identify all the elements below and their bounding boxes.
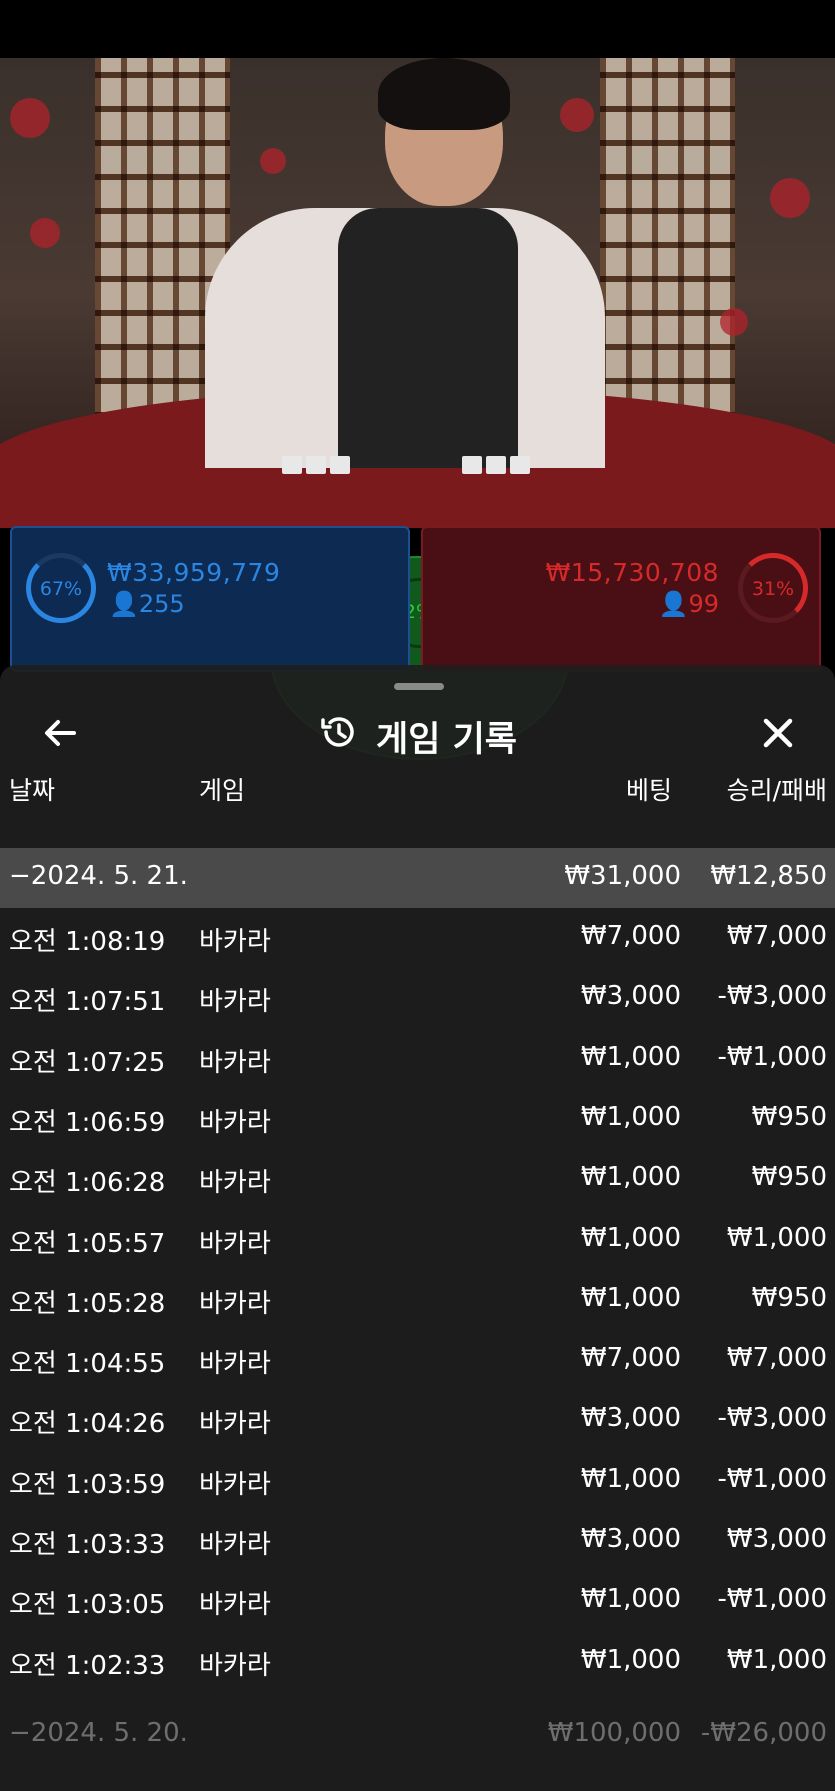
date-group-label: −2024. 5. 20. <box>9 1718 188 1748</box>
column-header-date: 날짜 <box>9 776 56 805</box>
history-row[interactable]: 오전 1:06:59 바카라 ₩1,000 ₩950 <box>0 1089 835 1149</box>
row-result: ₩1,000 <box>726 1222 827 1253</box>
banker-percent: 31% <box>751 578 795 600</box>
row-bet: ₩1,000 <box>580 1162 681 1193</box>
row-time: 오전 1:03:59 <box>9 1469 166 1500</box>
row-result: ₩7,000 <box>726 1343 827 1374</box>
row-result: -₩1,000 <box>717 1041 827 1072</box>
column-header-game: 게임 <box>199 776 246 805</box>
decorative-screen <box>600 58 735 418</box>
row-game: 바카라 <box>199 1047 271 1078</box>
row-time: 오전 1:06:28 <box>9 1168 166 1199</box>
player-amount: ₩33,959,779 <box>107 558 281 587</box>
row-result: ₩950 <box>751 1101 827 1132</box>
row-bet: ₩1,000 <box>580 1463 681 1494</box>
row-bet: ₩3,000 <box>580 1403 681 1434</box>
row-time: 오전 1:03:33 <box>9 1530 166 1560</box>
status-bar <box>0 0 835 58</box>
row-time: 오전 1:05:28 <box>9 1288 166 1319</box>
person-icon: 👤 <box>109 590 139 618</box>
row-game: 바카라 <box>199 1469 271 1500</box>
date-group-row[interactable]: −2024. 5. 20. ₩100,000 -₩26,000 <box>0 1705 835 1765</box>
row-time: 오전 1:08:19 <box>9 927 166 957</box>
row-result: ₩950 <box>751 1162 827 1193</box>
history-row[interactable]: 오전 1:05:57 바카라 ₩1,000 ₩1,000 <box>0 1210 835 1270</box>
history-row[interactable]: 오전 1:04:55 바카라 ₩7,000 ₩7,000 <box>0 1330 835 1390</box>
history-row[interactable]: 오전 1:05:28 바카라 ₩1,000 ₩950 <box>0 1270 835 1330</box>
row-bet: ₩1,000 <box>580 1222 681 1253</box>
row-time: 오전 1:06:59 <box>9 1107 166 1138</box>
column-header-bet: 베팅 <box>625 776 672 805</box>
player-bet-spot[interactable]: 67% ₩33,959,779 👤255 <box>10 526 410 672</box>
date-group-result-total: -₩26,000 <box>700 1718 827 1748</box>
row-game: 바카라 <box>199 987 271 1018</box>
history-row[interactable]: 오전 1:08:19 바카라 ₩7,000 ₩7,000 <box>0 908 835 968</box>
row-bet: ₩1,000 <box>580 1584 681 1615</box>
row-bet: ₩3,000 <box>580 981 681 1012</box>
date-group-bet-total: ₩31,000 <box>564 861 681 891</box>
row-game: 바카라 <box>199 1107 271 1138</box>
row-result: -₩3,000 <box>717 981 827 1012</box>
date-group-result-total: ₩12,850 <box>710 861 827 891</box>
game-history-sheet: 게임 기록 날짜 게임 베팅 승리/패배 −2024. 5. 21. ₩31,0… <box>0 665 835 1791</box>
date-group-bet-total: ₩100,000 <box>547 1718 681 1748</box>
row-game: 바카라 <box>199 1590 271 1621</box>
row-time: 오전 1:05:57 <box>9 1228 166 1259</box>
live-dealer-video <box>0 58 835 528</box>
row-bet: ₩7,000 <box>580 921 681 951</box>
row-bet: ₩1,000 <box>580 1282 681 1313</box>
row-game: 바카라 <box>199 1530 271 1560</box>
row-result: ₩7,000 <box>726 921 827 951</box>
row-bet: ₩7,000 <box>580 1343 681 1374</box>
row-bet: ₩1,000 <box>580 1101 681 1132</box>
person-icon: 👤 <box>658 590 689 618</box>
row-time: 오전 1:07:51 <box>9 987 166 1018</box>
history-row[interactable]: 오전 1:07:51 바카라 ₩3,000 -₩3,000 <box>0 968 835 1028</box>
row-time: 오전 1:03:05 <box>9 1590 166 1621</box>
row-bet: ₩3,000 <box>580 1524 681 1554</box>
row-time: 오전 1:02:33 <box>9 1650 166 1681</box>
player-percent: 67% <box>39 578 83 600</box>
history-row[interactable]: 오전 1:03:33 바카라 ₩3,000 ₩3,000 <box>0 1511 835 1571</box>
row-game: 바카라 <box>199 1650 271 1681</box>
row-game: 바카라 <box>199 1168 271 1199</box>
history-row[interactable]: 오전 1:06:28 바카라 ₩1,000 ₩950 <box>0 1149 835 1209</box>
row-time: 오전 1:07:25 <box>9 1047 166 1078</box>
banker-amount: ₩15,730,708 <box>545 558 719 587</box>
row-result: -₩3,000 <box>717 1403 827 1434</box>
row-result: -₩1,000 <box>717 1584 827 1615</box>
row-game: 바카라 <box>199 927 271 957</box>
row-game: 바카라 <box>199 1409 271 1440</box>
row-game: 바카라 <box>199 1228 271 1259</box>
row-bet: ₩1,000 <box>580 1644 681 1675</box>
row-result: ₩1,000 <box>726 1644 827 1675</box>
banker-bet-spot[interactable]: 31% ₩15,730,708 👤99 <box>421 526 821 672</box>
history-row[interactable]: 오전 1:07:25 바카라 ₩1,000 -₩1,000 <box>0 1029 835 1089</box>
history-clock-icon <box>318 712 358 761</box>
history-row[interactable]: 오전 1:03:59 바카라 ₩1,000 -₩1,000 <box>0 1451 835 1511</box>
sheet-title: 게임 기록 <box>376 720 517 760</box>
drag-handle[interactable] <box>394 683 444 690</box>
row-time: 오전 1:04:26 <box>9 1409 166 1440</box>
banker-count: 👤99 <box>658 590 719 618</box>
date-group-label: −2024. 5. 21. <box>9 861 188 891</box>
history-row[interactable]: 오전 1:02:33 바카라 ₩1,000 ₩1,000 <box>0 1632 835 1692</box>
history-row[interactable]: 오전 1:03:05 바카라 ₩1,000 -₩1,000 <box>0 1571 835 1631</box>
close-x-icon[interactable] <box>758 713 798 753</box>
row-game: 바카라 <box>199 1288 271 1319</box>
row-result: ₩3,000 <box>726 1524 827 1554</box>
history-row[interactable]: 오전 1:04:26 바카라 ₩3,000 -₩3,000 <box>0 1390 835 1450</box>
row-result: ₩950 <box>751 1282 827 1313</box>
row-bet: ₩1,000 <box>580 1041 681 1072</box>
date-group-row[interactable]: −2024. 5. 21. ₩31,000 ₩12,850 <box>0 848 835 908</box>
column-header-result: 승리/패배 <box>726 776 827 805</box>
row-time: 오전 1:04:55 <box>9 1349 166 1380</box>
row-result: -₩1,000 <box>717 1463 827 1494</box>
player-count: 👤255 <box>109 590 185 618</box>
row-game: 바카라 <box>199 1349 271 1380</box>
